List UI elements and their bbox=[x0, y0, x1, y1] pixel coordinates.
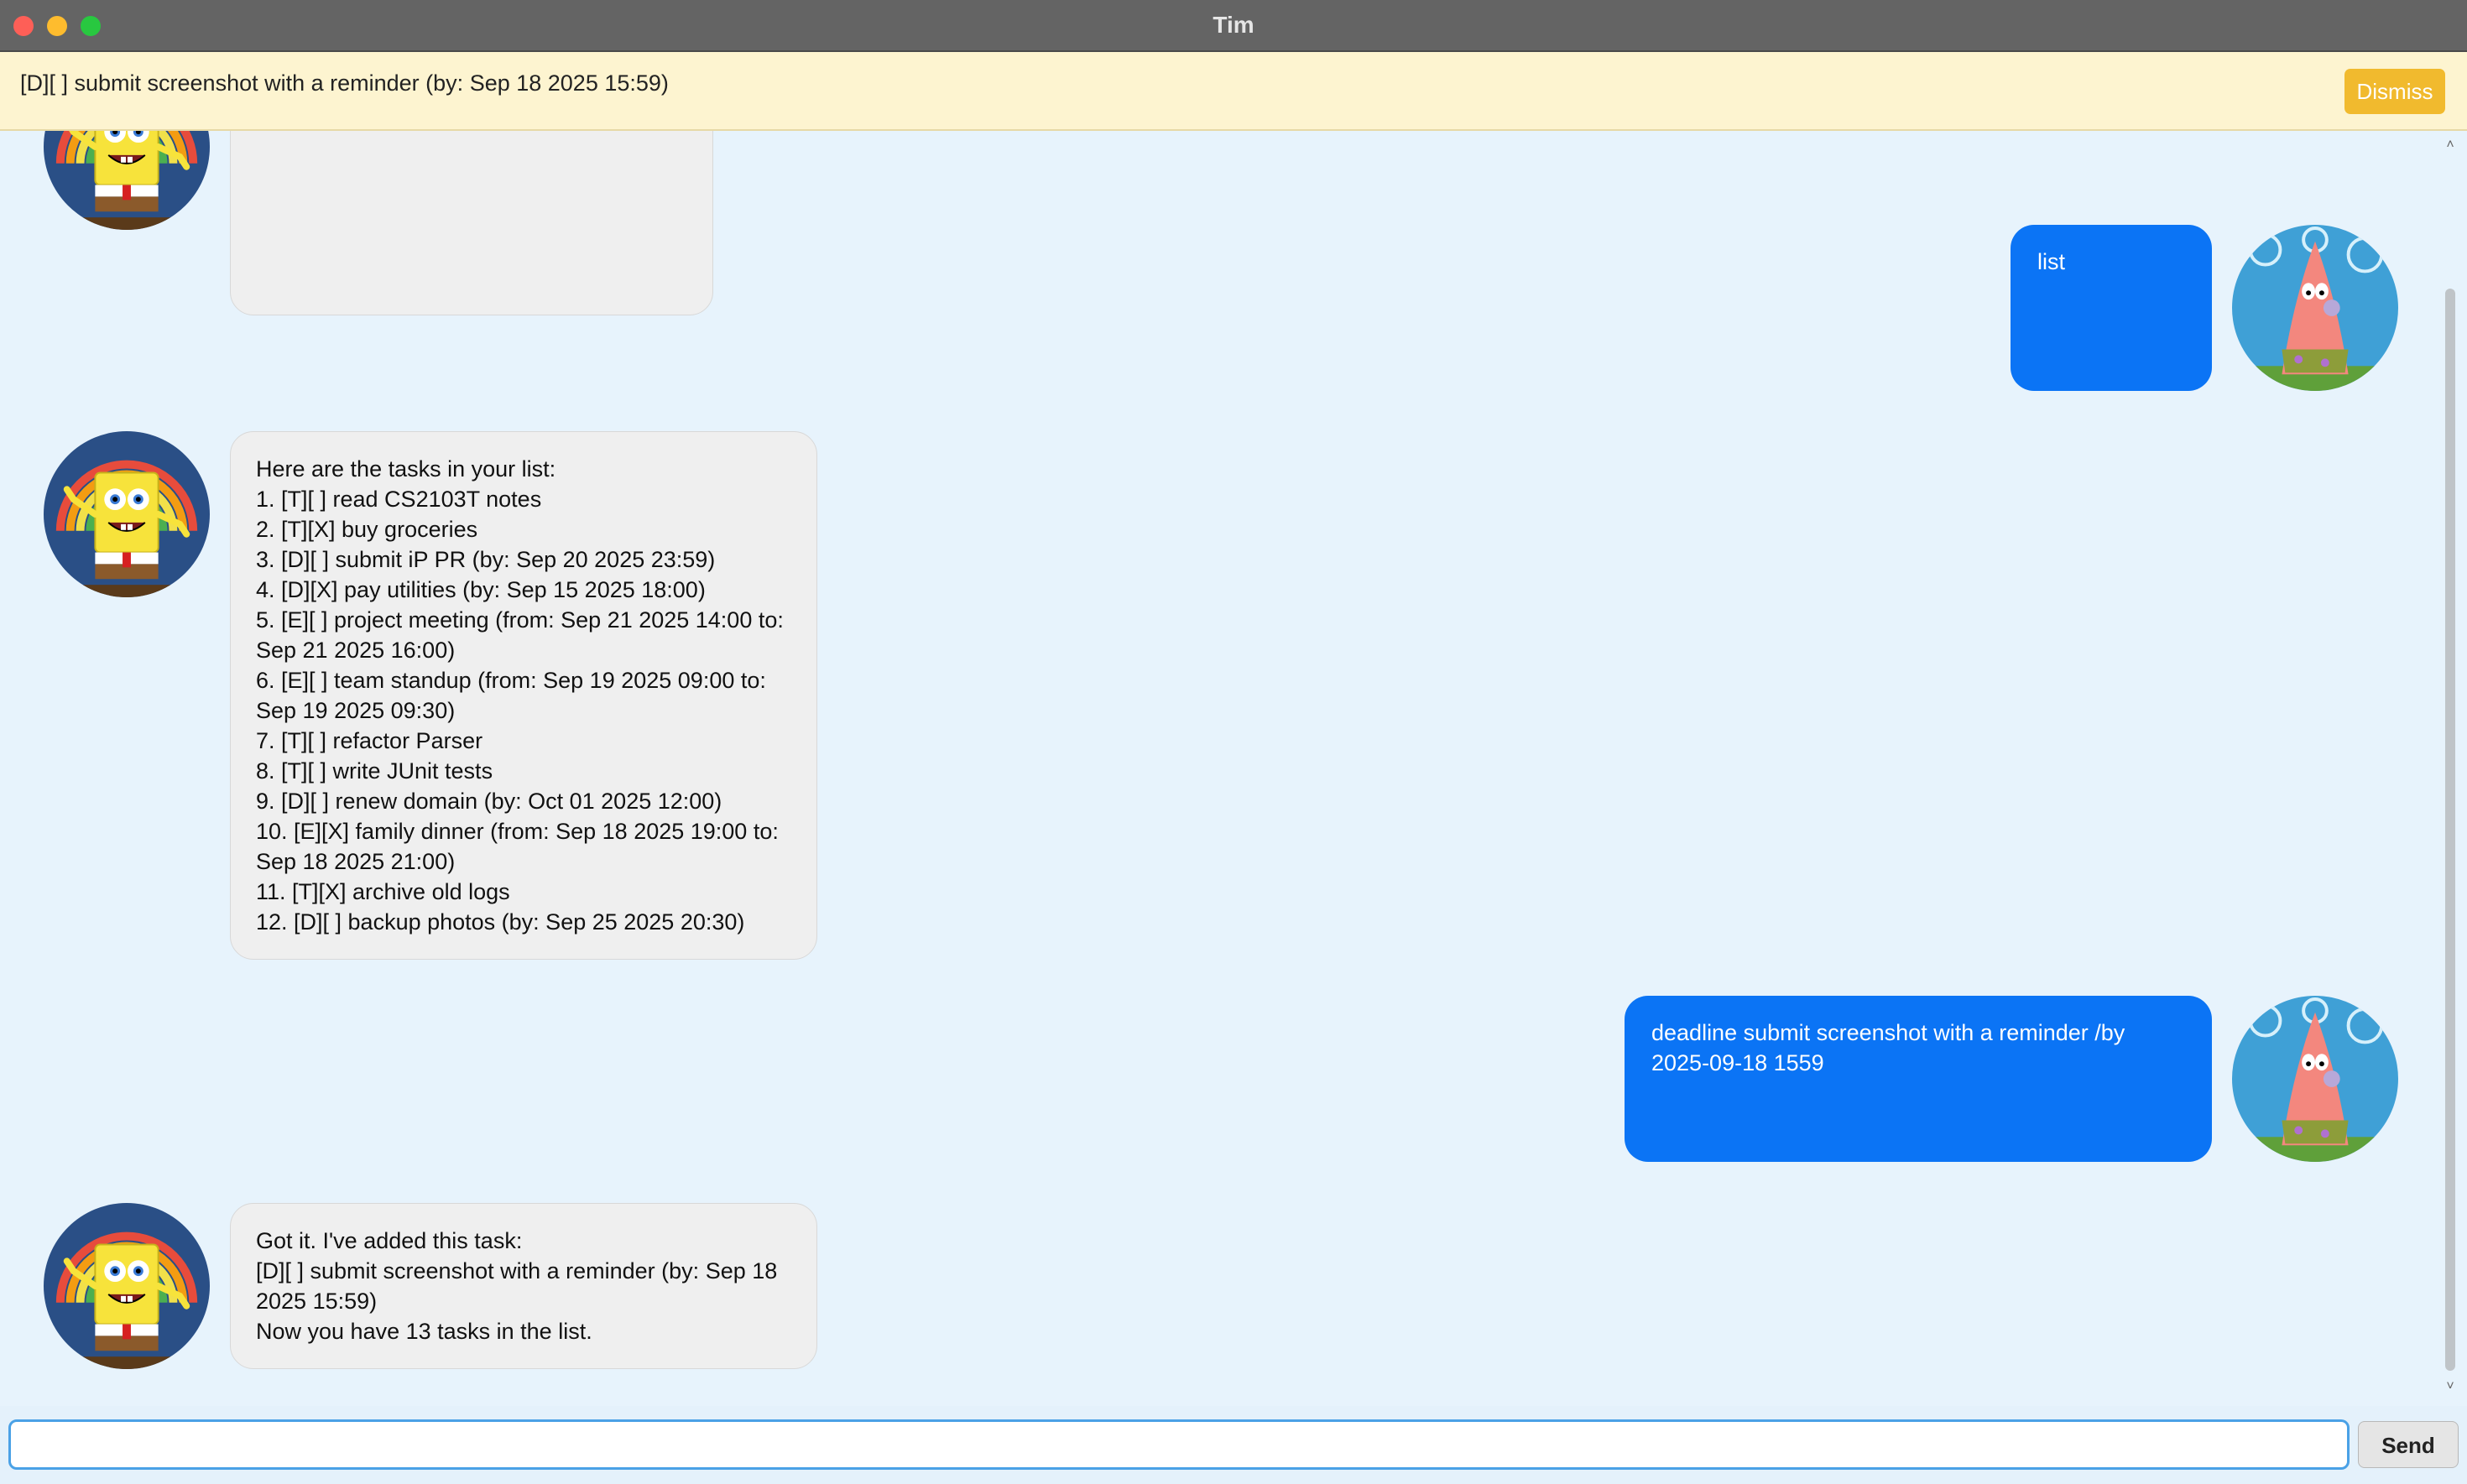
user-message-bubble: list bbox=[2011, 225, 2212, 391]
bot-message-bubble: Here are the tasks in your list: 1. [T][… bbox=[230, 431, 817, 960]
scroll-up-arrow-icon[interactable]: ˄ bbox=[2442, 138, 2459, 154]
bot-avatar bbox=[44, 131, 210, 230]
user-avatar bbox=[2232, 996, 2398, 1162]
user-message-bubble: deadline submit screenshot with a remind… bbox=[1625, 996, 2212, 1162]
input-bar: Send bbox=[0, 1406, 2467, 1484]
spongebob-avatar-icon bbox=[44, 431, 210, 597]
message-input[interactable] bbox=[8, 1419, 2350, 1470]
bot-avatar bbox=[44, 1203, 210, 1369]
bot-message-bubble bbox=[230, 131, 713, 315]
bot-avatar bbox=[44, 431, 210, 597]
patrick-avatar-icon bbox=[2232, 225, 2398, 391]
patrick-avatar-icon bbox=[2232, 996, 2398, 1162]
window-titlebar: Tim bbox=[0, 0, 2467, 52]
user-avatar bbox=[2232, 225, 2398, 391]
reminder-banner: [D][ ] submit screenshot with a reminder… bbox=[0, 52, 2467, 131]
window-title: Tim bbox=[1213, 12, 1254, 38]
chat-scroll-pane[interactable]: list Here are the tasks in your list: 1.… bbox=[0, 131, 2467, 1406]
scroll-down-arrow-icon[interactable]: ˅ bbox=[2442, 1379, 2459, 1396]
bot-message-bubble: Got it. I've added this task: [D][ ] sub… bbox=[230, 1203, 817, 1369]
spongebob-avatar-icon bbox=[44, 1203, 210, 1369]
dismiss-button[interactable]: Dismiss bbox=[2344, 69, 2445, 114]
scroll-thumb[interactable] bbox=[2445, 289, 2455, 1371]
spongebob-avatar-icon bbox=[44, 131, 210, 230]
chat-scrollbar[interactable]: ˄ ˅ bbox=[2442, 138, 2459, 1396]
send-button[interactable]: Send bbox=[2358, 1421, 2459, 1468]
reminder-text: [D][ ] submit screenshot with a reminder… bbox=[20, 70, 669, 96]
